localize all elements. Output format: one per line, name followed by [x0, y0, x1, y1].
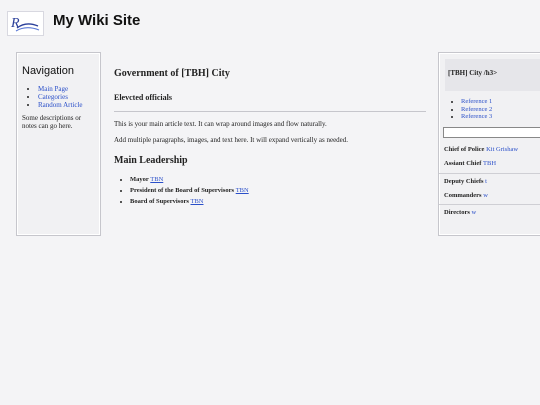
nav-item-categories: Categories — [38, 93, 95, 101]
logo-icon: R — [10, 16, 40, 32]
nav-item-random-article: Random Article — [38, 101, 95, 109]
leader-role: Board of Supervisors — [130, 198, 189, 205]
row-label: Directors — [444, 208, 470, 216]
assistant-chief-row: Assiant Chief TBH — [439, 160, 540, 168]
site-title: My Wiki Site — [53, 12, 141, 29]
leader-name-link[interactable]: TBN — [191, 198, 204, 205]
navigation-note: Some descriptions or notes can go here. — [22, 114, 82, 130]
leader-name-link[interactable]: TBN — [236, 187, 249, 194]
article-paragraph: This is your main article text. It can w… — [114, 120, 327, 128]
section-title: Main Leadership — [114, 155, 188, 166]
navigation-panel: Navigation Main Page Categories Random A… — [16, 52, 101, 236]
references-list: Reference 1 Reference 2 Reference 3 — [439, 98, 540, 121]
directors-link[interactable]: w — [472, 209, 477, 216]
leaders-list: Mayor TBN President of the Board of Supe… — [114, 174, 426, 207]
assistant-chief-link[interactable]: TBH — [483, 160, 496, 167]
article-paragraph: Add multiple paragraphs, images, and tex… — [114, 136, 349, 144]
leader-name-link[interactable]: TBN — [150, 176, 163, 183]
infobox-input[interactable] — [443, 126, 540, 138]
nav-link-main-page[interactable]: Main Page — [38, 85, 68, 93]
row-label: Deputy Chiefs — [444, 177, 484, 185]
chief-of-police-row: Chief of Police Kit Grishaw — [439, 146, 540, 154]
reference-link-1[interactable]: Reference 1 — [461, 98, 492, 105]
svg-text:R: R — [10, 16, 20, 31]
article-content: Government of [TBH] City Elevcted offici… — [114, 68, 426, 207]
article-subtitle: Elevcted officials — [114, 93, 172, 102]
deputy-chiefs-link[interactable]: t — [485, 178, 487, 185]
nav-link-categories[interactable]: Categories — [38, 93, 68, 101]
nav-item-main-page: Main Page — [38, 85, 95, 93]
nav-link-random-article[interactable]: Random Article — [38, 101, 83, 109]
infobox-heading: [TBH] City /h3> — [445, 59, 540, 91]
reference-link-2[interactable]: Reference 2 — [461, 106, 492, 113]
leader-role: President of the Board of Supervisors — [130, 187, 235, 194]
row-label: Chief of Police — [444, 145, 485, 153]
navigation-list: Main Page Categories Random Article — [22, 85, 95, 109]
infobox-panel: [TBH] City /h3> Reference 1 Reference 2 … — [438, 52, 540, 236]
reference-item: Reference 3 — [461, 113, 540, 121]
site-header: R My Wiki Site — [0, 0, 540, 46]
leader-item-board-president: President of the Board of Supervisors TB… — [130, 185, 426, 196]
reference-link-3[interactable]: Reference 3 — [461, 113, 492, 120]
reference-item: Reference 2 — [461, 106, 540, 114]
navigation-heading: Navigation — [22, 65, 74, 77]
commanders-link[interactable]: w — [483, 192, 488, 199]
row-label: Assiant Chief — [444, 159, 482, 167]
site-logo[interactable]: R — [7, 11, 44, 36]
deputy-chiefs-row: Deputy Chiefs t — [439, 178, 540, 186]
chief-of-police-link[interactable]: Kit Grishaw — [486, 146, 518, 153]
leader-item-board-supervisors: Board of Supervisors TBN — [130, 196, 426, 207]
directors-row: Directors w — [439, 209, 540, 217]
leader-item-mayor: Mayor TBN — [130, 174, 426, 185]
leader-role: Mayor — [130, 176, 149, 183]
article-title: Government of [TBH] City — [114, 68, 230, 79]
reference-item: Reference 1 — [461, 98, 540, 106]
commanders-row: Commanders w — [439, 192, 540, 200]
row-label: Commanders — [444, 191, 482, 199]
